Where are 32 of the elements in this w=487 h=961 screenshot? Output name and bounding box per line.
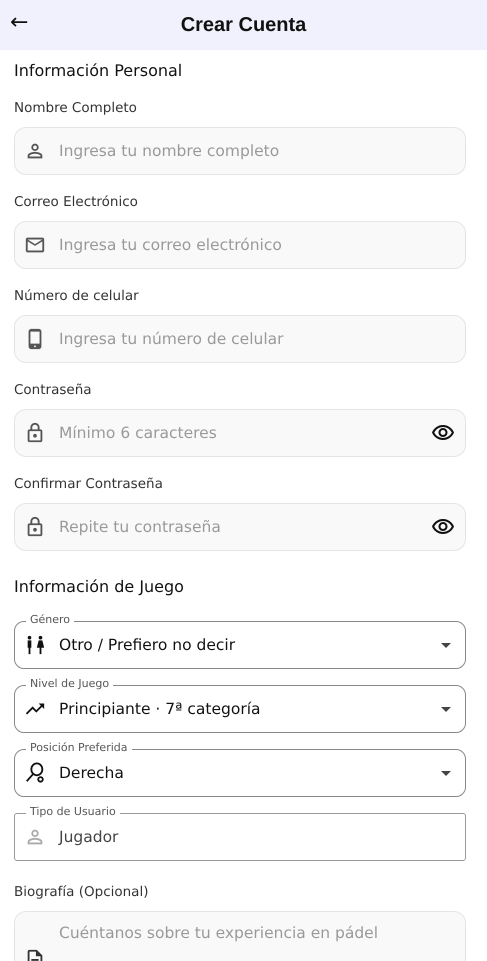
racket-icon: [24, 762, 46, 784]
placeholder-text: Ingresa tu número de celular: [59, 330, 285, 348]
field-label: Contraseña: [14, 381, 93, 399]
placeholder-text: Cuéntanos sobre tu experiencia en pádel: [59, 924, 378, 942]
input-field[interactable]: Ingresa tu número de celular: [14, 315, 466, 363]
section-title: Información de Juego: [14, 577, 185, 597]
field-value: Derecha: [59, 764, 125, 782]
field-label: Biografía (Opcional): [14, 883, 150, 901]
field-label: Tipo de Usuario: [26, 805, 120, 819]
input-field[interactable]: Ingresa tu nombre completo: [14, 127, 466, 175]
field-label: Correo Electrónico: [14, 193, 139, 211]
input-field[interactable]: Repite tu contraseña: [14, 503, 466, 551]
caret-icon: [441, 770, 451, 776]
placeholder-text: Ingresa tu correo electrónico: [59, 236, 283, 254]
caret-icon: [441, 706, 451, 712]
field-label: Confirmar Contraseña: [14, 475, 164, 493]
field-label: Número de celular: [14, 287, 140, 305]
field-label: Nombre Completo: [14, 99, 138, 117]
field-value: Jugador: [59, 828, 120, 846]
placeholder-text: Repite tu contraseña: [59, 518, 222, 536]
field-label: Nivel de Juego: [26, 677, 114, 691]
input-field[interactable]: Ingresa tu correo electrónico: [14, 221, 466, 269]
text-area[interactable]: Cuéntanos sobre tu experiencia en pádel: [14, 911, 466, 961]
field-value: Otro / Prefiero no decir: [59, 636, 236, 654]
section-title: Información Personal: [14, 61, 184, 81]
placeholder-text: Ingresa tu nombre completo: [59, 142, 280, 160]
field-value: Principiante · 7ª categoría: [59, 700, 262, 718]
back-button[interactable]: ←: [6, 8, 32, 37]
placeholder-text: Mínimo 6 caracteres: [59, 424, 218, 442]
screen-title: Crear Cuenta: [180, 14, 306, 36]
input-field[interactable]: Mínimo 6 caracteres: [14, 409, 466, 457]
caret-icon: [441, 642, 451, 648]
